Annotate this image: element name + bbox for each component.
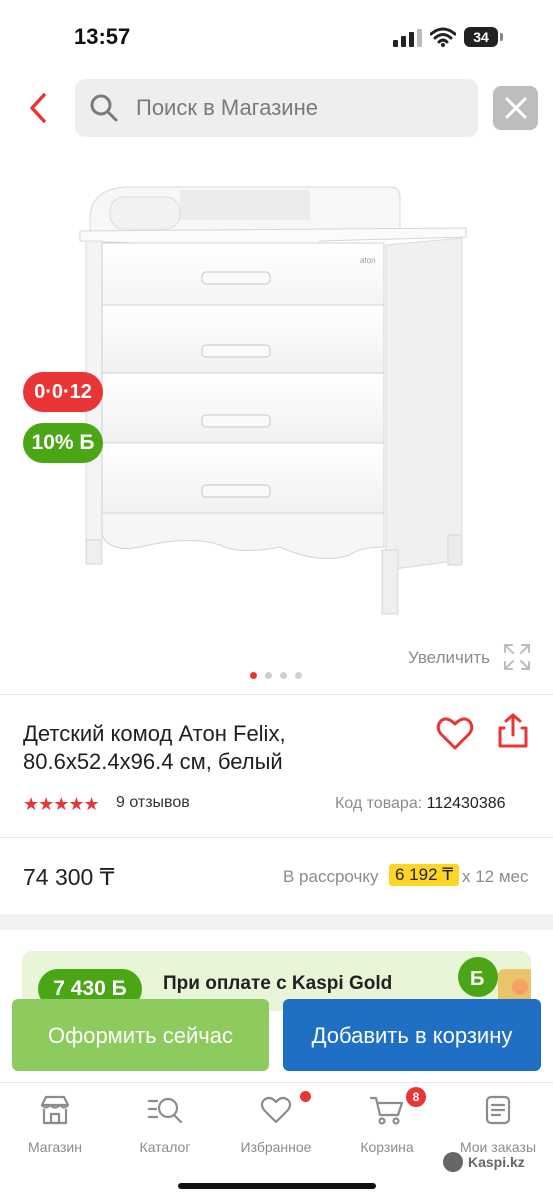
zoom-label[interactable]: Увеличить [408, 648, 490, 668]
store-icon [40, 1095, 70, 1125]
home-indicator[interactable] [178, 1183, 376, 1189]
cart-icon [370, 1096, 404, 1125]
page-dot[interactable] [295, 672, 302, 679]
tab-orders[interactable]: Мои заказы [443, 1095, 553, 1155]
promo-text: При оплате с Kaspi Gold [163, 973, 393, 994]
tab-label: Мои заказы [459, 1139, 537, 1155]
tab-store[interactable]: Магазин [0, 1095, 110, 1155]
close-button[interactable] [493, 86, 538, 130]
tab-cart[interactable]: Корзина [332, 1095, 442, 1155]
battery-level: 34 [464, 27, 498, 47]
catalog-search-icon [147, 1097, 183, 1124]
installment-term: x 12 мес [462, 867, 529, 886]
svg-text:Б: Б [470, 968, 484, 990]
wifi-icon [430, 27, 456, 47]
rating-stars: ★★★★★ [23, 794, 100, 814]
product-code-label: Код товара: [335, 795, 423, 812]
battery-tip [500, 33, 503, 41]
section-separator [0, 914, 553, 930]
tab-favorites[interactable]: Избранное [221, 1095, 331, 1155]
tab-catalog[interactable]: Каталог [110, 1095, 220, 1155]
kaspi-logo-icon [443, 1152, 463, 1172]
page-dot[interactable] [280, 672, 287, 679]
add-to-cart-button[interactable]: Добавить в корзину [283, 999, 541, 1071]
search-input[interactable]: Поиск в Магазине [75, 79, 478, 137]
page-dot-active[interactable] [250, 672, 257, 679]
gallery-pagination[interactable] [250, 666, 310, 684]
installment-badge: 0·0·12 [23, 372, 103, 412]
product-code-value: 112430386 [426, 795, 506, 812]
battery-icon: 34 [464, 27, 504, 47]
tab-label: Магазин [27, 1139, 82, 1155]
close-icon [505, 97, 527, 119]
tab-label: Корзина [360, 1139, 414, 1155]
divider [0, 837, 553, 838]
favorites-indicator [300, 1091, 311, 1102]
search-placeholder: Поиск в Магазине [136, 95, 318, 120]
search-icon [90, 94, 118, 122]
status-time: 13:57 [74, 24, 131, 49]
tab-label: Избранное [240, 1139, 312, 1155]
orders-icon [485, 1095, 511, 1125]
heart-icon [260, 1096, 292, 1124]
installment-label: В рассрочку [283, 867, 379, 886]
page-dot[interactable] [265, 672, 272, 679]
buy-now-button[interactable]: Оформить сейчас [12, 999, 269, 1071]
product-code: Код товара: 112430386 [335, 795, 506, 813]
favorite-heart-icon[interactable] [436, 715, 474, 751]
cart-count-badge: 8 [406, 1087, 426, 1107]
share-icon[interactable] [496, 713, 530, 749]
back-arrow-icon[interactable] [26, 92, 54, 124]
bonus-coin-icon: Б [458, 957, 531, 1003]
reviews-link[interactable]: 9 отзывов [116, 794, 190, 812]
bonus-badge: 10% Б [23, 423, 103, 463]
tab-label: Каталог [139, 1139, 191, 1155]
watermark: Kaspi.kz [468, 1154, 525, 1170]
installment-value: 6 192 ₸ [389, 864, 460, 886]
expand-icon[interactable] [503, 643, 531, 671]
product-image[interactable]: aton [70, 175, 490, 625]
svg-text:aton: aton [360, 256, 376, 265]
divider [0, 694, 553, 695]
product-price: 74 300 ₸ [23, 864, 115, 890]
product-title: Детский комод Атон Felix, 80.6x52.4x96.4… [23, 721, 286, 774]
signal-icon [393, 29, 422, 47]
